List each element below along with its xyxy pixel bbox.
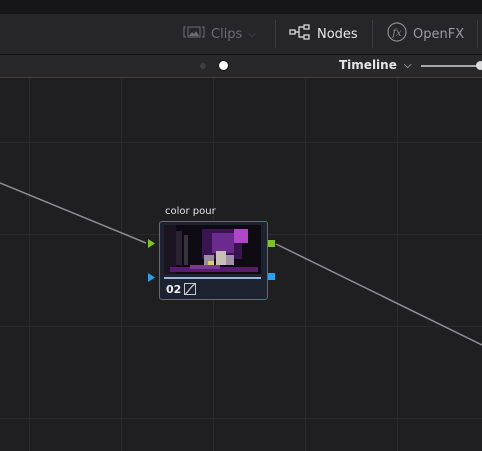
output-wire	[275, 243, 482, 346]
input-wire	[0, 182, 147, 244]
corrector-node[interactable]: 02	[159, 221, 268, 300]
node-label[interactable]: color pour	[165, 206, 216, 217]
alpha-output-port[interactable]	[268, 273, 275, 280]
alpha-input-port[interactable]	[147, 273, 156, 282]
node-number: 02	[166, 283, 182, 296]
rgb-input-port[interactable]	[147, 239, 156, 248]
rgb-output-port[interactable]	[268, 240, 275, 247]
curves-icon	[184, 283, 196, 295]
node-status-bar	[164, 277, 261, 279]
node-thumbnail	[164, 225, 261, 274]
